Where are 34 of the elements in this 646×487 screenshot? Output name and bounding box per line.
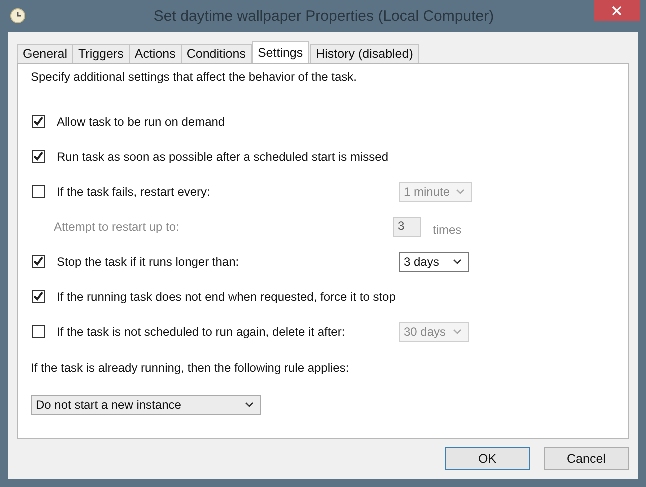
tab[interactable]: General (17, 44, 74, 63)
checkbox[interactable] (32, 255, 45, 268)
chevron-down-icon (453, 328, 462, 334)
checkbox-label: If the task is not scheduled to run again, delete it after: (57, 324, 346, 338)
checkbox-label: Allow task to be run on demand (57, 114, 226, 128)
chevron-down-icon (245, 402, 254, 408)
checkbox-label: If the running task does not end when requested, force it to stop (57, 290, 397, 304)
checkbox[interactable] (32, 150, 45, 163)
close-button[interactable] (594, 0, 640, 21)
checkbox-label: If the task fails, restart every: (57, 184, 212, 198)
checkbox-label: Stop the task if it runs longer than: (57, 254, 240, 268)
checkbox-label: Run task as soon as possible after a scheduled start is missed (57, 150, 390, 164)
dialog-button[interactable]: OK (445, 447, 530, 470)
rule-dropdown[interactable]: Do not start a new instance (31, 395, 261, 415)
checkbox[interactable] (32, 325, 45, 338)
checkbox[interactable] (32, 115, 45, 128)
rule-label: If the task is already running, then the following rule applies: (31, 361, 350, 375)
dropdown[interactable]: 3 days (399, 252, 469, 272)
tab[interactable]: Settings (252, 41, 310, 63)
checkbox[interactable] (32, 290, 45, 303)
chevron-down-icon (456, 188, 466, 194)
chevron-down-icon (453, 258, 462, 264)
clock-icon (10, 8, 26, 24)
window-title: Set daytime wallpaper Properties (Local Computer) (154, 8, 494, 24)
dialog-button[interactable]: Cancel (544, 447, 629, 470)
close-icon (612, 6, 622, 16)
description-text: Specify additional settings that affect the behavior of the task. (31, 70, 357, 84)
checkbox[interactable] (32, 185, 45, 198)
tab[interactable]: Conditions (180, 44, 252, 63)
tab[interactable]: Triggers (72, 44, 130, 63)
unit-label: times (433, 222, 462, 236)
tab[interactable]: History (disabled) (310, 44, 420, 63)
field-label: Attempt to restart up to: (54, 220, 180, 234)
tab[interactable]: Actions (128, 44, 182, 63)
